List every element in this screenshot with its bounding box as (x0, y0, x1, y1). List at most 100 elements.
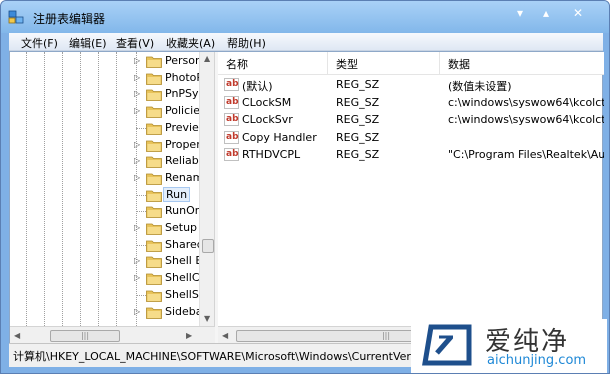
folder-icon (146, 256, 162, 269)
value-row[interactable]: ab Copy Handler REG_SZ (218, 129, 604, 147)
tree-connector (136, 244, 146, 246)
tree-vertical-scrollbar[interactable]: ▲ ▼ (199, 52, 214, 326)
value-type: REG_SZ (336, 148, 380, 161)
column-header-data[interactable]: 数据 (440, 52, 604, 74)
tree-item-label: PhotoP (165, 70, 204, 84)
scroll-thumb[interactable]: ||| (50, 330, 120, 342)
expand-arrow-icon[interactable]: ▷ (134, 256, 140, 265)
string-value-icon: ab (224, 78, 239, 91)
menu-file[interactable]: 文件(F) (21, 35, 58, 51)
menu-favorites[interactable]: 收藏夹(A) (166, 35, 215, 51)
value-type: REG_SZ (336, 78, 380, 91)
expand-arrow-icon[interactable]: ▷ (134, 307, 140, 316)
value-name: (默认) (242, 80, 273, 93)
folder-icon (146, 123, 162, 135)
expand-arrow-icon[interactable]: ▷ (134, 140, 140, 149)
tree-item[interactable]: ▷ PnPSys (10, 86, 214, 103)
value-name: RTHDVCPL (242, 148, 301, 161)
watermark-url: aichunjing.com (487, 353, 587, 368)
menu-edit[interactable]: 编辑(E) (69, 35, 107, 51)
scroll-left-icon[interactable]: ◀ (222, 331, 228, 340)
scroll-thumb[interactable] (202, 239, 214, 253)
tree-item[interactable]: SharedI (10, 237, 214, 254)
string-value-icon: ab (224, 148, 239, 161)
values-list[interactable]: 名称 类型 数据 ab (默认) REG_SZ (数值未设置) ab CLockSM REG… (218, 52, 604, 326)
tree-item-label: RunOn (165, 204, 202, 218)
tree-item[interactable]: ▷ Reliabil (10, 153, 214, 170)
value-row[interactable]: ab CLockSM REG_SZ c:\windows\syswow64\kcolc… (218, 94, 604, 112)
expand-arrow-icon[interactable]: ▷ (134, 156, 140, 165)
tree-item[interactable]: ▷ Shell Ex (10, 253, 214, 270)
registry-editor-window: 注册表编辑器 ▾ ▴ ✕ 文件(F) 编辑(E) 查看(V) 收藏夹(A) 帮助… (0, 0, 610, 374)
folder-icon (146, 156, 162, 169)
tree-item[interactable]: Preview (10, 120, 214, 137)
value-type: REG_SZ (336, 95, 380, 109)
expand-arrow-icon[interactable]: ▷ (134, 223, 140, 232)
scroll-right-icon[interactable]: ▶ (186, 331, 192, 340)
folder-icon (146, 206, 162, 219)
header-divider (218, 74, 604, 75)
tree-item[interactable]: ▷ Setup (10, 220, 214, 237)
value-data: (数值未设置) (448, 80, 512, 93)
expand-arrow-icon[interactable]: ▷ (134, 273, 140, 282)
tree-item-label: Renam (165, 170, 204, 184)
expand-arrow-icon[interactable]: ▷ (134, 173, 140, 182)
tree-item[interactable]: Run (10, 186, 214, 204)
registry-editor-icon (8, 10, 24, 24)
folder-icon (146, 173, 162, 185)
folder-icon (146, 307, 162, 319)
value-data: c:\windows\syswow64\kcolcte (448, 95, 604, 109)
column-header-type[interactable]: 类型 (328, 52, 440, 74)
folder-icon (146, 240, 162, 252)
watermark-logo: 爱纯净 aichunjing.com (411, 319, 607, 373)
scroll-up-icon[interactable]: ▲ (204, 54, 210, 63)
registry-tree[interactable]: ▷ Person… ▷ PhotoP ▷ PnPSys ▷ Policies Preview ▷ P… (10, 52, 215, 326)
tree-item-label: Setup (165, 221, 198, 234)
tree-item[interactable]: RunOn (10, 203, 214, 220)
close-button[interactable]: ✕ (567, 5, 589, 21)
value-row[interactable]: ab CLockSvr REG_SZ c:\windows\syswow64\kcol… (218, 111, 604, 129)
tree-connector (136, 194, 146, 196)
value-data: c:\windows\syswow64\kcolcte (448, 113, 604, 126)
folder-open-icon (146, 190, 162, 202)
client-area: ▷ Person… ▷ PhotoP ▷ PnPSys ▷ Policies Preview ▷ P… (9, 51, 604, 344)
folder-icon (146, 273, 162, 285)
string-value-icon: ab (224, 95, 239, 109)
string-value-icon: ab (224, 113, 239, 126)
tree-connector (136, 127, 146, 129)
menu-help[interactable]: 帮助(H) (227, 35, 266, 51)
folder-icon (146, 290, 162, 302)
tree-item[interactable]: ShellSe (10, 287, 214, 304)
value-name: CLockSM (242, 95, 292, 109)
expand-arrow-icon[interactable]: ▷ (134, 56, 140, 65)
tree-item[interactable]: ▷ PhotoP (10, 70, 214, 87)
string-value-icon: ab (224, 130, 239, 144)
maximize-button[interactable]: ▴ (535, 5, 557, 21)
window-title: 注册表编辑器 (33, 12, 106, 26)
minimize-button[interactable]: ▾ (509, 5, 531, 21)
menu-view[interactable]: 查看(V) (116, 35, 154, 51)
tree-connector (136, 294, 146, 296)
scroll-down-icon[interactable]: ▼ (204, 314, 210, 323)
brand-logo-icon (422, 324, 472, 366)
expand-arrow-icon[interactable]: ▷ (134, 73, 140, 82)
column-header-name[interactable]: 名称 (218, 52, 328, 74)
value-name: CLockSvr (242, 113, 293, 126)
folder-icon (146, 89, 162, 102)
tree-item[interactable]: ▷ Renam (10, 170, 214, 187)
expand-arrow-icon[interactable]: ▷ (134, 89, 140, 98)
tree-item[interactable]: ▷ Policies (10, 103, 214, 120)
title-bar[interactable]: 注册表编辑器 ▾ ▴ ✕ (1, 1, 609, 33)
tree-item-label: Run (163, 186, 191, 202)
tree-item[interactable]: ▷ ShellCo (10, 270, 214, 287)
value-row[interactable]: ab (默认) REG_SZ (数值未设置) (218, 76, 604, 94)
folder-icon (146, 56, 162, 68)
value-data: "C:\Program Files\Realtek\Aud (448, 148, 604, 161)
scroll-left-icon[interactable]: ◀ (14, 331, 20, 340)
value-row[interactable]: ab RTHDVCPL REG_SZ "C:\Program Files\Realte… (218, 146, 604, 164)
tree-item[interactable]: ▷ Propert (10, 137, 214, 154)
tree-horizontal-scrollbar[interactable]: ◀ ||| ▶ (10, 326, 215, 344)
tree-item[interactable]: ▷ Sidebar (10, 304, 214, 321)
expand-arrow-icon[interactable]: ▷ (134, 106, 140, 115)
tree-item[interactable]: ▷ Person… (10, 53, 214, 70)
